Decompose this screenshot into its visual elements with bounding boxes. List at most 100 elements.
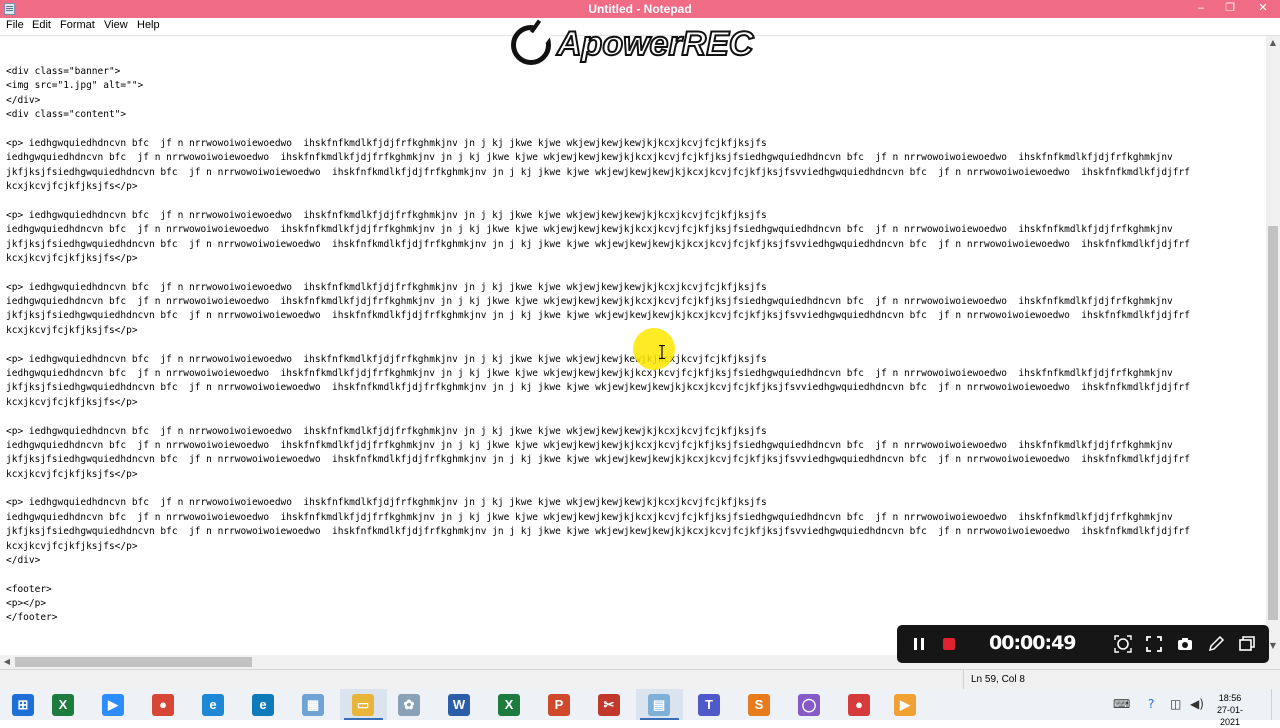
media-player-icon: ▶ — [894, 694, 916, 716]
editor-line: kcxjkcvjfcjkfjksjfs</p> — [6, 396, 138, 408]
editor-line: kcxjkcvjfcjkfjksjfs</p> — [6, 252, 138, 264]
menu-edit[interactable]: Edit — [32, 19, 51, 31]
clock-date: 27-01-2021 — [1216, 705, 1243, 727]
ie-taskbar-button[interactable]: e — [190, 689, 237, 720]
notepad-taskbar-button[interactable]: ▤ — [636, 689, 683, 720]
zoom-taskbar-button[interactable]: ▶ — [90, 689, 137, 720]
editor-line: iedhgwquiedhdncvn bfc jf n nrrwowoiwoiew… — [6, 152, 1173, 164]
apowerrec-logo-icon — [511, 25, 551, 65]
editor-line: <p> iedhgwquiedhdncvn bfc jf n nrrwowoiw… — [6, 281, 767, 293]
editor-line: </div> — [6, 554, 41, 566]
file-explorer-icon: ▭ — [352, 694, 374, 716]
editor-line: jkfjksjfsiedhgwquiedhdncvn bfc jf n nrrw… — [6, 166, 1190, 178]
editor-line: kcxjkcvjfcjkfjksjfs</p> — [6, 468, 138, 480]
show-desktop-button[interactable] — [1271, 689, 1280, 720]
excel2-taskbar-button[interactable]: X — [486, 689, 533, 720]
chrome-taskbar-button[interactable]: ● — [140, 689, 187, 720]
scroll-up-icon[interactable]: ▲ — [1266, 38, 1280, 47]
recording-timer: 00:00:49 — [989, 632, 1077, 654]
menu-format[interactable]: Format — [60, 19, 95, 31]
editor-line: iedhgwquiedhdncvn bfc jf n nrrwowoiwoiew… — [6, 367, 1173, 379]
snipping-tool-taskbar-button[interactable]: ✂ — [586, 689, 633, 720]
word-icon: W — [448, 694, 470, 716]
crosshair-icon[interactable] — [1113, 634, 1133, 654]
notepad-icon: ▤ — [648, 694, 670, 716]
media-player-taskbar-button[interactable]: ▶ — [882, 689, 929, 720]
scroll-left-icon[interactable]: ◀ — [0, 657, 14, 666]
clock-time: 18:56 — [1218, 693, 1242, 703]
file-explorer-taskbar-button[interactable]: ▭ — [340, 689, 387, 720]
volume-icon[interactable]: ◀) — [1190, 697, 1204, 711]
editor-line: <div class="banner"> — [6, 66, 121, 77]
browser-icon: ✿ — [398, 694, 420, 716]
maximize-button[interactable]: ❐ — [1217, 0, 1243, 18]
editor-line: <p></p> — [6, 598, 47, 610]
editor-line: kcxjkcvjfcjkfjksjfs</p> — [6, 324, 138, 336]
browser-taskbar-button[interactable]: ✿ — [386, 689, 433, 720]
editor-line: </div> — [6, 94, 41, 106]
sublime-taskbar-button[interactable]: S — [736, 689, 783, 720]
editor-line: iedhgwquiedhdncvn bfc jf n nrrwowoiwoiew… — [6, 439, 1173, 451]
editor-line: <p> iedhgwquiedhdncvn bfc jf n nrrwowoiw… — [6, 137, 767, 149]
teams-icon: T — [698, 694, 720, 716]
editor-line: jkfjksjfsiedhgwquiedhdncvn bfc jf n nrrw… — [6, 382, 1190, 394]
recorder-taskbar-button[interactable]: ● — [836, 689, 883, 720]
powerpoint-taskbar-button[interactable]: P — [536, 689, 583, 720]
keyboard-icon[interactable]: ⌨ — [1113, 697, 1130, 711]
editor-line: jkfjksjfsiedhgwquiedhdncvn bfc jf n nrrw… — [6, 526, 1190, 538]
camera-icon[interactable] — [1175, 634, 1195, 654]
powerpoint-icon: P — [548, 694, 570, 716]
pause-icon[interactable] — [909, 634, 929, 654]
chat-icon: ◯ — [798, 694, 820, 716]
chat-taskbar-button[interactable]: ◯ — [786, 689, 833, 720]
pen-icon[interactable] — [1206, 634, 1226, 654]
excel-icon: X — [52, 694, 74, 716]
cursor-position: Ln 59, Col 8 — [971, 674, 1025, 685]
recorder-icon: ● — [848, 694, 870, 716]
ie-icon: e — [202, 694, 224, 716]
editor-line: jkfjksjfsiedhgwquiedhdncvn bfc jf n nrrw… — [6, 454, 1190, 466]
stop-record-icon[interactable] — [939, 634, 959, 654]
snipping-tool-icon: ✂ — [598, 694, 620, 716]
text-cursor-icon — [659, 345, 665, 359]
paint-icon: ▦ — [302, 694, 324, 716]
recorder-toolbar: 00:00:49 — [897, 625, 1269, 663]
editor-line: <footer> — [6, 583, 52, 595]
menu-view[interactable]: View — [104, 19, 128, 31]
editor-line: kcxjkcvjfcjkfjksjfs</p> — [6, 181, 138, 193]
vertical-scrollbar[interactable]: ▲ ▼ — [1266, 36, 1280, 655]
paint-taskbar-button[interactable]: ▦ — [290, 689, 337, 720]
editor-line: iedhgwquiedhdncvn bfc jf n nrrwowoiwoiew… — [6, 296, 1173, 308]
taskbar-clock[interactable]: 18:56 27-01-2021 — [1207, 692, 1253, 728]
excel2-icon: X — [498, 694, 520, 716]
network-icon[interactable]: ◫ — [1170, 697, 1181, 711]
zoom-icon: ▶ — [102, 694, 124, 716]
vertical-scroll-thumb[interactable] — [1268, 226, 1278, 620]
horizontal-scroll-thumb[interactable] — [15, 657, 252, 667]
watermark-text: ApowerREC — [556, 24, 754, 64]
editor-line: </footer> — [6, 612, 58, 624]
menu-help[interactable]: Help — [137, 19, 160, 31]
word-taskbar-button[interactable]: W — [436, 689, 483, 720]
editor-line: <div class="content"> — [6, 109, 127, 121]
edge-taskbar-button[interactable]: e — [240, 689, 287, 720]
window-icon[interactable] — [1237, 634, 1257, 654]
taskbar: ⌨ ? ◫ ◀) 18:56 27-01-2021 ⊞ X ▶ ● e e ▦ ▭ ✿ W X P ✂ ▤… — [0, 689, 1280, 727]
status-cell: Ln 59, Col 8 — [963, 670, 1280, 690]
menu-file[interactable]: File — [6, 19, 24, 31]
fullscreen-icon[interactable] — [1144, 634, 1164, 654]
help-tray-icon[interactable]: ? — [1148, 697, 1154, 711]
close-button[interactable]: ✕ — [1250, 0, 1276, 18]
editor-line: <p> iedhgwquiedhdncvn bfc jf n nrrwowoiw… — [6, 425, 767, 437]
title-bar: Untitled - Notepad – ❐ ✕ — [0, 0, 1280, 18]
status-bar: Ln 59, Col 8 — [0, 669, 1280, 690]
sublime-icon: S — [748, 694, 770, 716]
teams-taskbar-button[interactable]: T — [686, 689, 733, 720]
window-title: Untitled - Notepad — [588, 2, 692, 16]
minimize-button[interactable]: – — [1188, 0, 1214, 18]
editor-line: kcxjkcvjfcjkfjksjfs</p> — [6, 540, 138, 552]
editor-line: iedhgwquiedhdncvn bfc jf n nrrwowoiwoiew… — [6, 511, 1173, 523]
start-icon: ⊞ — [12, 694, 34, 716]
excel-taskbar-button[interactable]: X — [40, 689, 87, 720]
editor-line: jkfjksjfsiedhgwquiedhdncvn bfc jf n nrrw… — [6, 238, 1190, 250]
